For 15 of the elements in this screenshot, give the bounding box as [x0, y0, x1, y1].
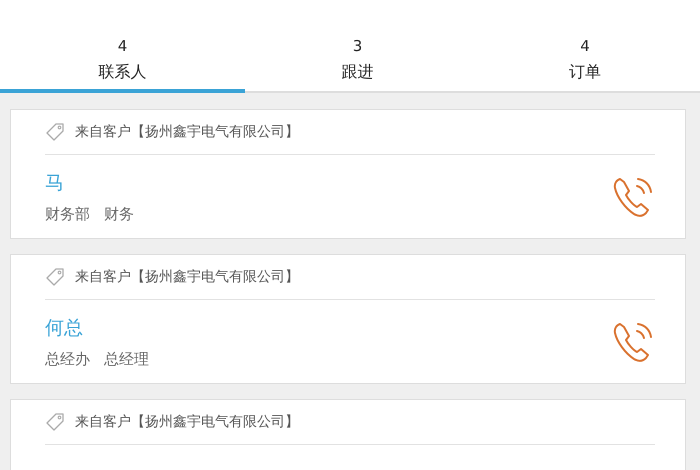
tag-icon	[45, 267, 65, 287]
tab[interactable]: 3 跟进	[245, 30, 470, 93]
contact-name: 马	[45, 171, 65, 196]
department-text: 财务部	[45, 205, 90, 224]
tag-icon	[45, 122, 65, 142]
tab[interactable]: 4 联系人	[0, 30, 245, 93]
source-text: 来自客户【扬州鑫宇电气有限公司】	[75, 123, 299, 141]
position-text: 总经理	[104, 350, 149, 369]
tab[interactable]: 4 订单	[470, 30, 700, 93]
department-text: 总经办	[45, 350, 90, 369]
contact-name: 何总	[45, 316, 84, 341]
tag-icon	[45, 412, 65, 432]
source-text: 来自客户【扬州鑫宇电气有限公司】	[75, 413, 299, 431]
source-text: 来自客户【扬州鑫宇电气有限公司】	[75, 268, 299, 286]
position-text: 财务	[104, 205, 134, 224]
